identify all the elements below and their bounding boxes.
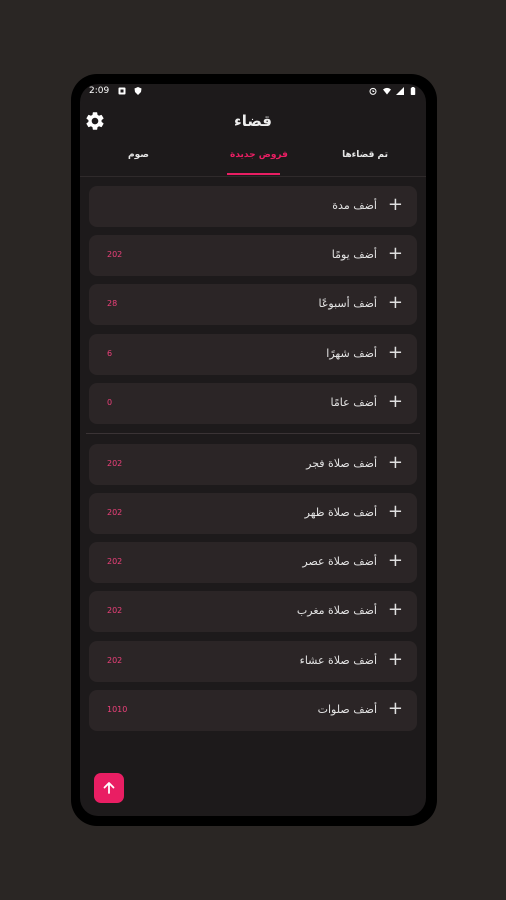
- card-label: أضف عامًا: [330, 396, 377, 409]
- card-label: أضف صلاة عشاء: [299, 654, 377, 667]
- add-dhuhr-card[interactable]: + أضف صلاة ظهر 202: [89, 493, 417, 534]
- count-badge: 0: [107, 398, 113, 407]
- add-week-card[interactable]: + أضف أسبوعًا 28: [89, 284, 417, 325]
- count-badge: 6: [107, 349, 113, 358]
- plus-icon[interactable]: +: [388, 600, 403, 620]
- add-day-card[interactable]: + أضف يومًا 202: [89, 235, 417, 276]
- card-label: أضف صلوات: [317, 703, 377, 716]
- add-prayers-card[interactable]: + أضف صلوات 1010: [89, 690, 417, 731]
- card-label: أضف مدة: [332, 199, 377, 212]
- plus-icon[interactable]: +: [388, 699, 403, 719]
- tab-new-obligations[interactable]: فروض جديدة: [230, 150, 288, 160]
- card-label: أضف يومًا: [331, 248, 377, 261]
- card-label: أضف صلاة فجر: [306, 457, 377, 470]
- plus-icon[interactable]: +: [388, 453, 403, 473]
- alarm-icon: [369, 87, 377, 95]
- notification-icon: [118, 87, 126, 95]
- add-maghrib-card[interactable]: + أضف صلاة مغرب 202: [89, 591, 417, 632]
- count-badge: 202: [107, 459, 123, 468]
- card-label: أضف صلاة ظهر: [304, 506, 377, 519]
- status-bar: 2:09: [80, 84, 426, 100]
- add-asr-card[interactable]: + أضف صلاة عصر 202: [89, 542, 417, 583]
- app-bar: قضاء: [80, 100, 426, 140]
- add-fajr-card[interactable]: + أضف صلاة فجر 202: [89, 444, 417, 485]
- plus-icon[interactable]: +: [388, 392, 403, 412]
- count-badge: 202: [107, 606, 123, 615]
- app-screen: 2:09 قضاء تم قضاءها فروض جديدة صوم + أضف…: [80, 84, 426, 816]
- tab-fasting[interactable]: صوم: [128, 150, 149, 160]
- plus-icon[interactable]: +: [388, 195, 403, 215]
- count-badge: 28: [107, 299, 118, 308]
- count-badge: 202: [107, 656, 123, 665]
- wifi-icon: [383, 87, 391, 95]
- battery-icon: [410, 87, 416, 95]
- tabs-divider: [80, 176, 426, 177]
- count-badge: 1010: [107, 705, 128, 714]
- plus-icon[interactable]: +: [388, 650, 403, 670]
- plus-icon[interactable]: +: [388, 244, 403, 264]
- card-label: أضف صلاة عصر: [302, 555, 377, 568]
- scroll-top-button[interactable]: [94, 773, 124, 803]
- add-isha-card[interactable]: + أضف صلاة عشاء 202: [89, 641, 417, 682]
- add-year-card[interactable]: + أضف عامًا 0: [89, 383, 417, 424]
- status-time: 2:09: [89, 86, 110, 96]
- tab-indicator: [227, 173, 280, 175]
- card-label: أضف أسبوعًا: [318, 297, 377, 310]
- tab-bar: تم قضاءها فروض جديدة صوم: [80, 144, 426, 176]
- count-badge: 202: [107, 508, 123, 517]
- plus-icon[interactable]: +: [388, 293, 403, 313]
- plus-icon[interactable]: +: [388, 502, 403, 522]
- shield-icon: [134, 87, 142, 95]
- section-divider: [86, 433, 420, 434]
- arrow-up-icon: [103, 782, 115, 794]
- page-title: قضاء: [234, 112, 272, 130]
- tab-completed[interactable]: تم قضاءها: [342, 150, 388, 160]
- signal-icon: [396, 87, 404, 95]
- add-month-card[interactable]: + أضف شهرًا 6: [89, 334, 417, 375]
- count-badge: 202: [107, 250, 123, 259]
- plus-icon[interactable]: +: [388, 551, 403, 571]
- add-duration-card[interactable]: + أضف مدة: [89, 186, 417, 227]
- card-label: أضف صلاة مغرب: [296, 604, 377, 617]
- count-badge: 202: [107, 557, 123, 566]
- plus-icon[interactable]: +: [388, 343, 403, 363]
- card-label: أضف شهرًا: [326, 347, 377, 360]
